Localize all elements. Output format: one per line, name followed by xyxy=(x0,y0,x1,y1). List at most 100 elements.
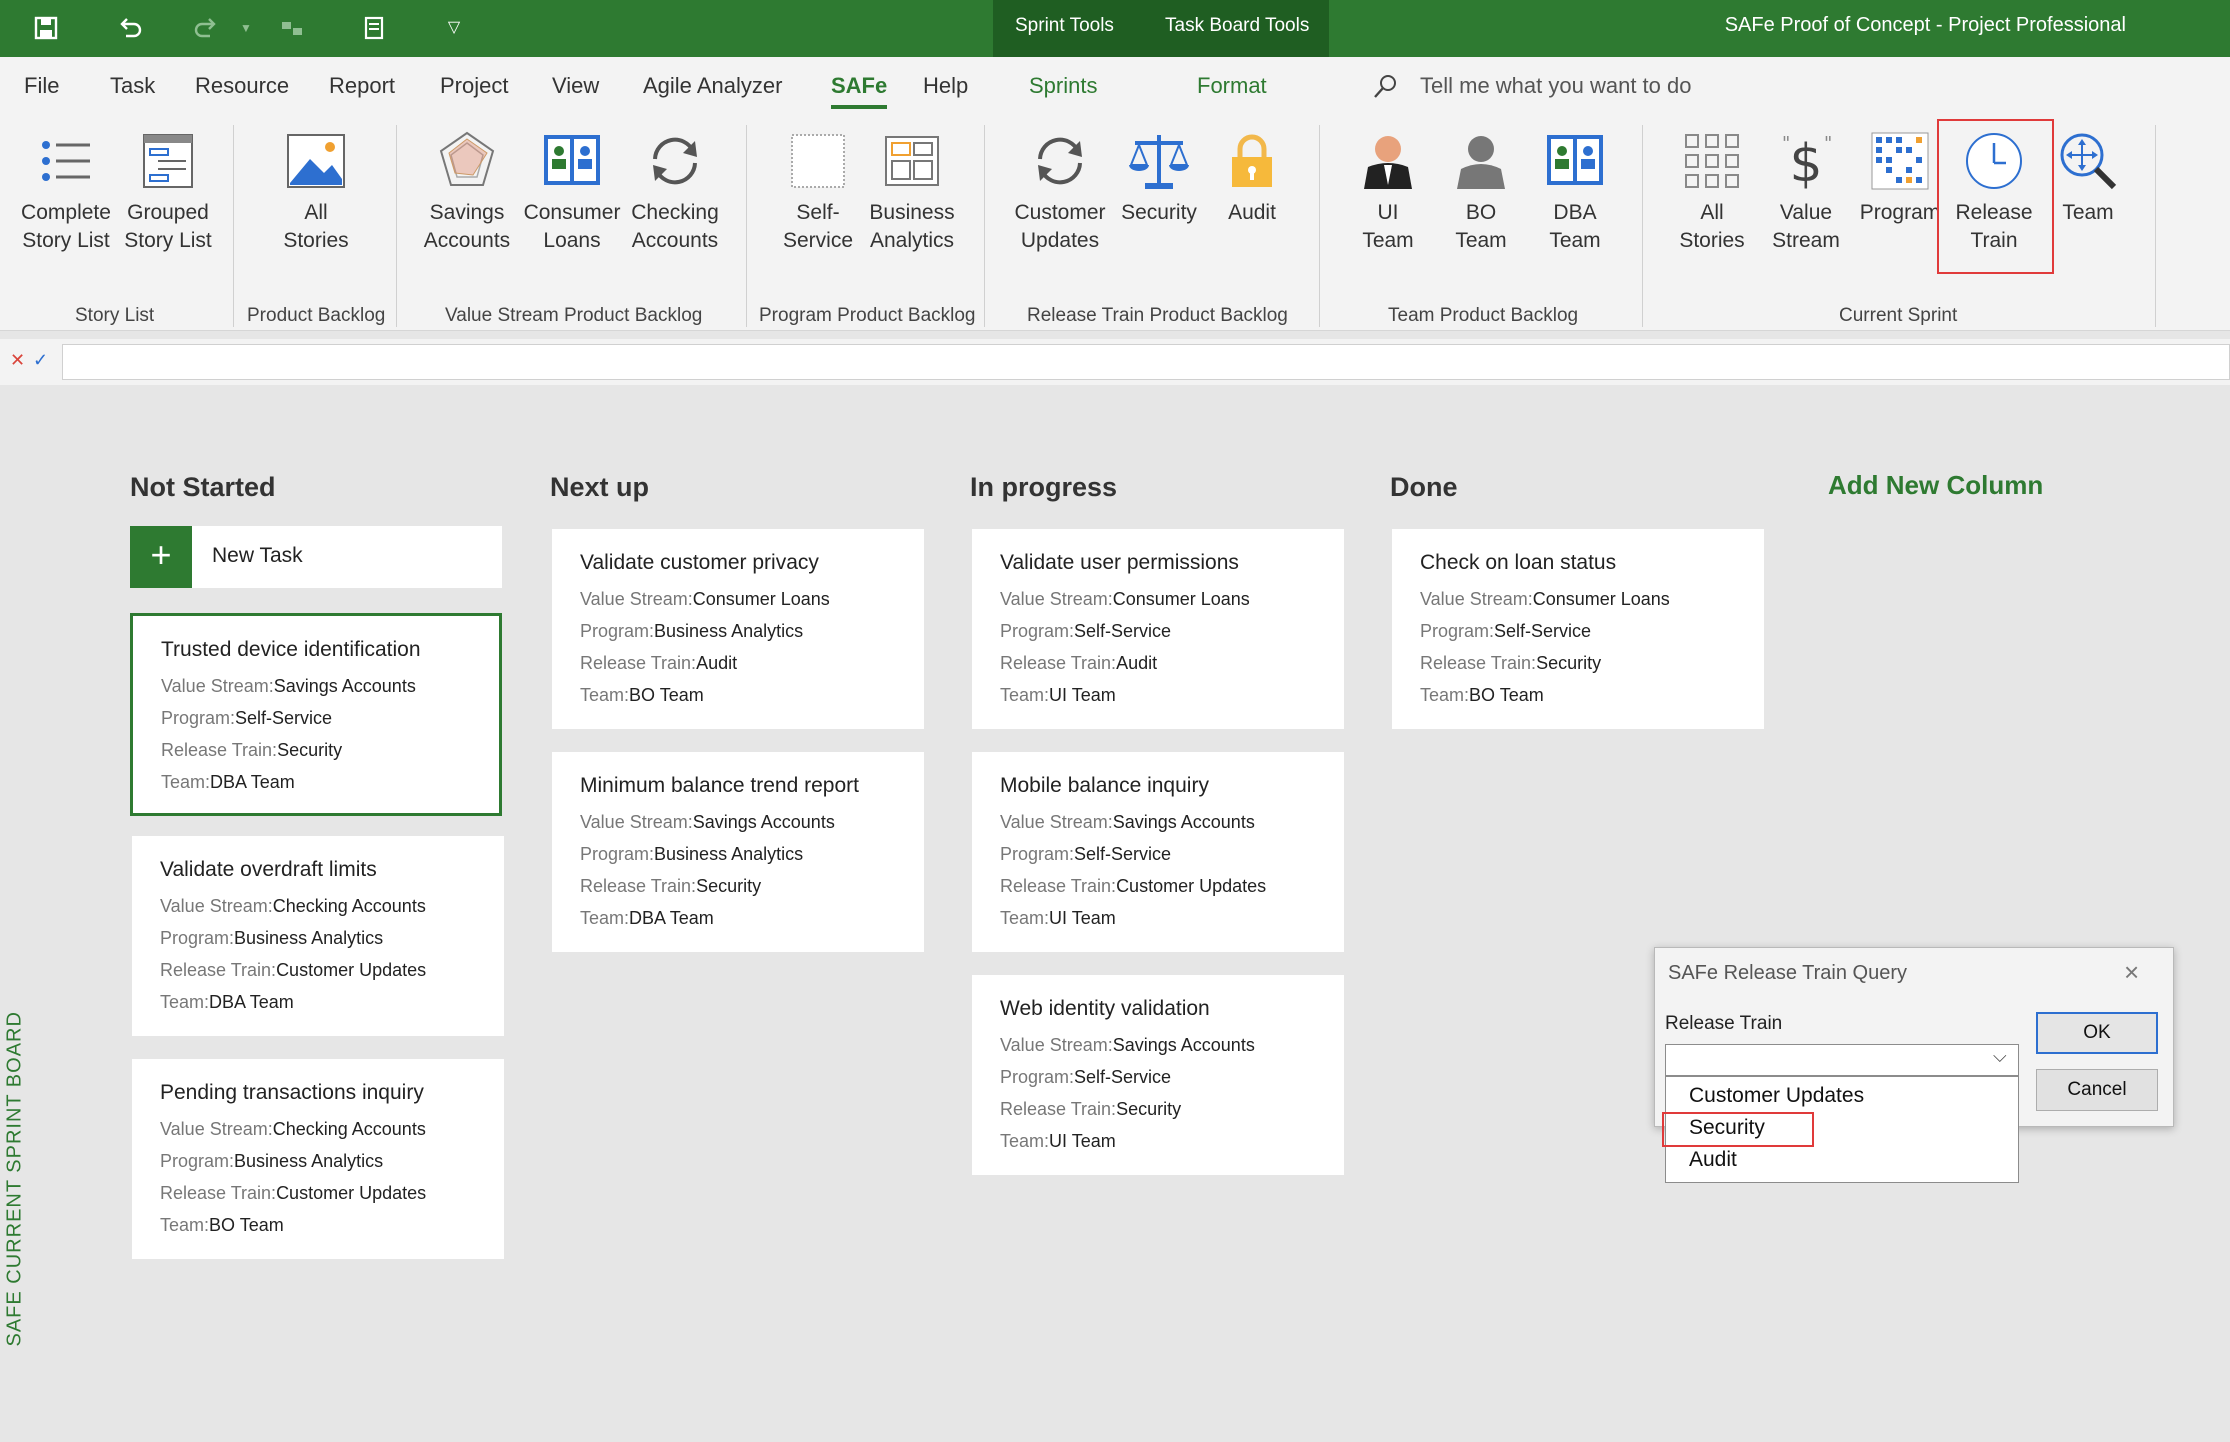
contextual-tab-group: Sprint Tools Task Board Tools xyxy=(993,0,1329,57)
cancel-entry-icon[interactable]: ✕ xyxy=(10,350,25,371)
field-label: Value Stream: xyxy=(1000,589,1113,609)
ok-button[interactable]: OK xyxy=(2036,1012,2158,1054)
tell-me-input[interactable]: Tell me what you want to do xyxy=(1420,73,1691,99)
field-label: Release Train: xyxy=(161,740,278,760)
search-icon[interactable] xyxy=(1370,72,1400,107)
card-team: UI Team xyxy=(1049,908,1116,928)
redo-icon[interactable] xyxy=(192,14,220,42)
program-button[interactable]: Program xyxy=(1856,129,1944,227)
tab-project[interactable]: Project xyxy=(440,73,508,99)
card-value-stream: Checking Accounts xyxy=(272,1119,426,1139)
ribbon: Complete Story List Grouped Story List S… xyxy=(0,117,2230,331)
task-card[interactable]: Minimum balance trend report Value Strea… xyxy=(552,752,924,952)
document-grid-icon xyxy=(885,136,939,186)
consumer-loans-button[interactable]: Consumer Loans xyxy=(522,129,622,255)
plus-icon[interactable]: + xyxy=(130,526,192,588)
undo-icon[interactable] xyxy=(116,14,144,42)
customize-qat-icon[interactable]: ▽ xyxy=(440,14,468,42)
option-customer-updates[interactable]: Customer Updates xyxy=(1689,1084,1864,1108)
form-icon[interactable] xyxy=(360,14,388,42)
link-tasks-icon[interactable] xyxy=(278,14,306,42)
field-label: Program: xyxy=(1000,621,1075,641)
bullet-list-icon xyxy=(42,141,90,181)
button-label: Self- xyxy=(796,201,840,224)
complete-story-list-button[interactable]: Complete Story List xyxy=(18,129,114,255)
task-card[interactable]: Mobile balance inquiry Value Stream:Savi… xyxy=(972,752,1344,952)
person-suit-icon xyxy=(1364,136,1412,189)
tab-help[interactable]: Help xyxy=(923,73,968,99)
field-label: Value Stream: xyxy=(580,812,693,832)
card-program: Self-Service xyxy=(1074,1067,1172,1087)
current-sprint-all-stories-button[interactable]: All Stories xyxy=(1668,129,1756,255)
dba-team-button[interactable]: DBA Team xyxy=(1530,129,1620,255)
all-stories-button[interactable]: All Stories xyxy=(266,129,366,255)
tab-safe[interactable]: SAFe xyxy=(831,73,888,109)
card-team: BO Team xyxy=(1469,685,1544,705)
tab-agile-analyzer[interactable]: Agile Analyzer xyxy=(643,73,782,99)
tab-view[interactable]: View xyxy=(552,73,599,99)
tab-resource[interactable]: Resource xyxy=(195,73,289,99)
close-icon[interactable]: × xyxy=(2124,957,2139,988)
field-label: Program: xyxy=(1000,844,1075,864)
entry-input[interactable] xyxy=(62,344,2230,380)
tab-task-board-tools[interactable]: Task Board Tools xyxy=(1165,0,1309,57)
refresh-icon xyxy=(1038,137,1082,185)
tab-task[interactable]: Task xyxy=(110,73,155,99)
field-label: Program: xyxy=(1000,1067,1075,1087)
task-card[interactable]: Validate overdraft limits Value Stream:C… xyxy=(132,836,504,1036)
ui-team-button[interactable]: UI Team xyxy=(1343,129,1433,255)
card-team: DBA Team xyxy=(210,772,295,792)
bo-team-button[interactable]: BO Team xyxy=(1436,129,1526,255)
tab-format[interactable]: Format xyxy=(1197,73,1267,99)
lock-icon xyxy=(1232,134,1272,187)
ribbon-tabs: File Task Resource Report Project View A… xyxy=(0,57,2230,117)
value-stream-button[interactable]: $ " " Value Stream xyxy=(1762,129,1850,255)
card-value-stream: Savings Accounts xyxy=(1112,812,1255,832)
grouped-story-list-button[interactable]: Grouped Story List xyxy=(120,129,216,255)
tab-sprints[interactable]: Sprints xyxy=(1029,73,1097,99)
field-label: Team: xyxy=(1000,685,1050,705)
security-button[interactable]: Security xyxy=(1114,129,1204,227)
button-label: Team xyxy=(2062,201,2114,224)
tab-sprint-tools[interactable]: Sprint Tools xyxy=(1015,0,1114,57)
confirm-entry-icon[interactable]: ✓ xyxy=(33,350,48,371)
cancel-button[interactable]: Cancel xyxy=(2036,1069,2158,1111)
business-analytics-button[interactable]: Business Analytics xyxy=(862,129,962,255)
team-button[interactable]: Team xyxy=(2044,129,2132,227)
highlight-release-train xyxy=(1937,119,2054,274)
button-label: Stories xyxy=(1679,229,1745,252)
task-card[interactable]: Validate customer privacy Value Stream:C… xyxy=(552,529,924,729)
refresh-icon xyxy=(653,137,697,185)
task-card[interactable]: Trusted device identification Value Stre… xyxy=(130,613,502,816)
group-label-product-backlog: Product Backlog xyxy=(247,305,386,326)
release-train-select[interactable] xyxy=(1665,1044,2019,1076)
button-label: Accounts xyxy=(423,229,511,252)
button-label: Team xyxy=(1549,229,1601,252)
save-icon[interactable] xyxy=(32,14,60,42)
button-label: Stories xyxy=(283,229,349,252)
field-label: Program: xyxy=(1420,621,1495,641)
tab-report[interactable]: Report xyxy=(329,73,395,99)
checking-accounts-button[interactable]: Checking Accounts xyxy=(625,129,725,255)
card-release-train: Audit xyxy=(1116,653,1158,673)
savings-accounts-button[interactable]: Savings Accounts xyxy=(417,129,517,255)
field-label: Program: xyxy=(160,928,235,948)
task-card[interactable]: Validate user permissions Value Stream:C… xyxy=(972,529,1344,729)
field-label: Value Stream: xyxy=(1000,1035,1113,1055)
grid-icon xyxy=(1685,134,1739,188)
task-card[interactable]: Check on loan status Value Stream:Consum… xyxy=(1392,529,1764,729)
contacts-book-icon xyxy=(544,135,600,185)
card-release-train: Customer Updates xyxy=(1116,876,1267,896)
column-header-in-progress: In progress xyxy=(970,472,1118,502)
task-card[interactable]: Web identity validation Value Stream:Sav… xyxy=(972,975,1344,1175)
chevron-down-icon[interactable]: ⌵ xyxy=(1993,1046,2007,1067)
task-card[interactable]: Pending transactions inquiry Value Strea… xyxy=(132,1059,504,1259)
add-new-column-link[interactable]: Add New Column xyxy=(1828,470,2043,501)
redo-dropdown-icon[interactable]: ▼ xyxy=(232,14,260,42)
tab-file[interactable]: File xyxy=(24,73,59,99)
option-audit[interactable]: Audit xyxy=(1689,1148,1737,1172)
self-service-button[interactable]: Self- Service xyxy=(768,129,868,255)
field-label: Team: xyxy=(160,992,210,1012)
audit-button[interactable]: Audit xyxy=(1208,129,1296,227)
customer-updates-button[interactable]: Customer Updates xyxy=(1008,129,1112,255)
